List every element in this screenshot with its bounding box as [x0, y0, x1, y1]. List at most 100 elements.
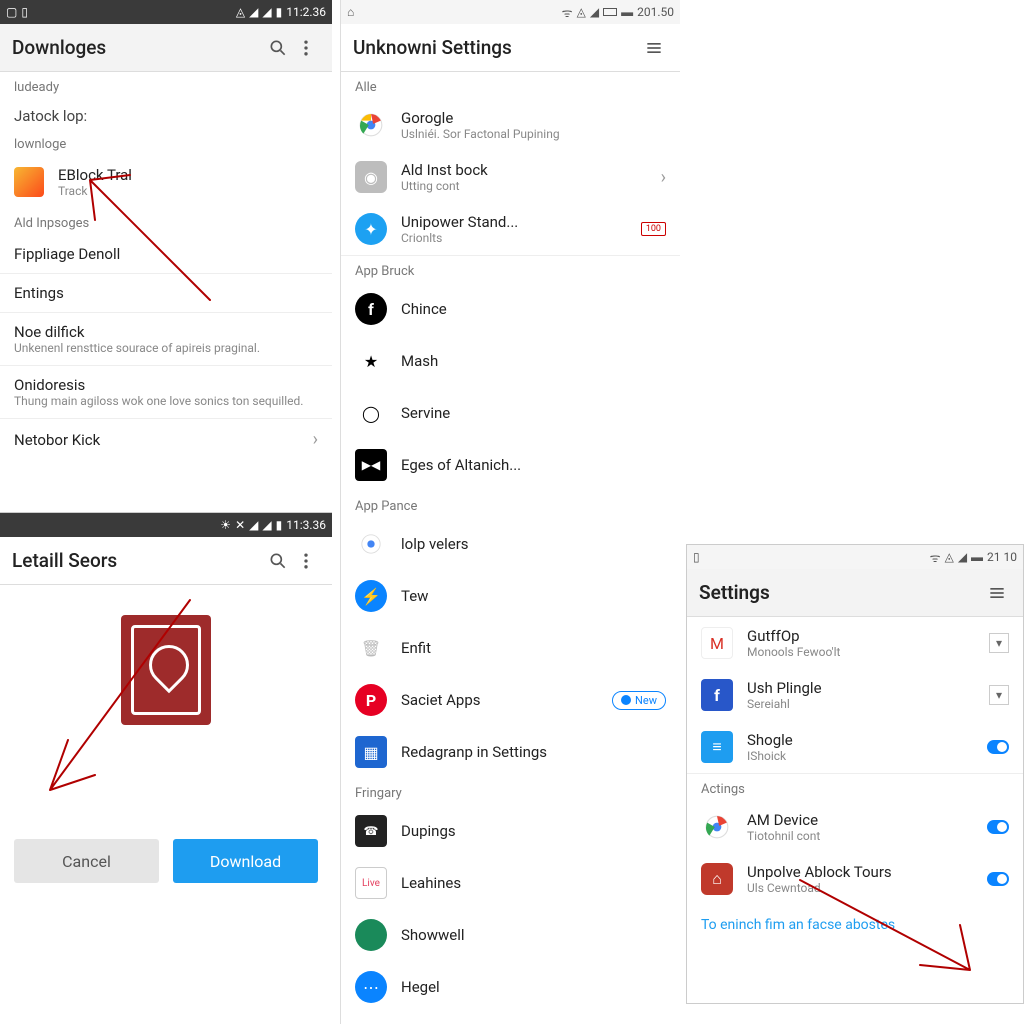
app-row-unipower[interactable]: ✦ Unipower Stand...Crionlts 100: [341, 203, 680, 256]
search-icon[interactable]: [264, 34, 292, 62]
list-item[interactable]: LiveLeahines: [341, 857, 680, 909]
dropdown-icon[interactable]: ▾: [989, 685, 1009, 705]
status-bar: ☀ ✕ ◢ ◢ ▮ 11:3.36: [0, 513, 332, 537]
wifi-icon: ◬: [577, 5, 586, 19]
item-title: Leahines: [401, 874, 666, 892]
status-icon: ▯: [693, 550, 700, 564]
list-item[interactable]: ▶◀Eges of Altanich...: [341, 439, 680, 491]
apk-file-graphic: [0, 585, 332, 735]
settings-row-unpolve[interactable]: ⌂ Unpolve Ablock ToursUls Cewntoad: [687, 853, 1023, 905]
item-title: Ush Plingle: [747, 679, 975, 697]
list-item[interactable]: ★Mash: [341, 335, 680, 387]
item-subtitle: Thung main agiloss wok one love sonics t…: [14, 394, 318, 408]
signal-icon: ◢: [249, 518, 258, 532]
button-row: Cancel Download: [0, 825, 332, 897]
signal-icon: ◢: [262, 518, 271, 532]
item-subtitle: Uls Cewntoad: [747, 881, 973, 895]
list-item[interactable]: Fippliage Denoll: [0, 235, 332, 274]
settings-row-amdevice[interactable]: AM DeviceTiotohnil cont: [687, 801, 1023, 853]
chevron-right-icon: ›: [661, 167, 666, 188]
list-item[interactable]: Showwell: [341, 909, 680, 961]
clock: 201.50: [637, 5, 674, 19]
list-item[interactable]: OnidoresisThung main agiloss wok one lov…: [0, 366, 332, 419]
cancel-button[interactable]: Cancel: [14, 839, 159, 883]
item-subtitle: Tiotohnil cont: [747, 829, 973, 843]
list-item[interactable]: ⋯ Hegel: [341, 961, 680, 1013]
new-toggle[interactable]: New: [612, 691, 666, 710]
item-subtitle: Sereiahl: [747, 697, 975, 711]
item-title: Showwell: [401, 926, 666, 944]
item-title: Onidoresis: [14, 376, 318, 394]
pinterest-icon: P: [355, 684, 387, 716]
list-item[interactable]: Noe dilfickUnkenenl rensttice sourace of…: [0, 313, 332, 366]
settings-row-shogle[interactable]: ≡ ShogleIShoick: [687, 721, 1023, 774]
toggle-switch[interactable]: [987, 820, 1009, 834]
search-icon[interactable]: [264, 547, 292, 575]
item-title: Gorogle: [401, 109, 666, 127]
item-subtitle: Monools Fewoo'lt: [747, 645, 975, 659]
app-icon: ⋯: [355, 971, 387, 1003]
list-item[interactable]: ☎ Dupings: [341, 805, 680, 857]
item-title: Hegel: [401, 978, 666, 996]
item-title: Saciet Apps: [401, 691, 598, 709]
app-icon: f: [701, 679, 733, 711]
wifi-icon: ◬: [236, 5, 245, 19]
section-label: App Bruck: [341, 256, 680, 283]
section-label: Ald Inpsoges: [0, 208, 332, 235]
list-item[interactable]: P Saciet Apps New: [341, 674, 680, 726]
panel-unknown-settings: ⌂ ᯤ ◬ ◢ ▬ 201.50 Unknowni Settings Alle …: [340, 0, 680, 1024]
status-icon: ▯: [21, 5, 28, 19]
battery-icon: ▮: [276, 5, 283, 19]
app-bar: Letaill Seors: [0, 537, 332, 585]
battery-icon: [603, 8, 617, 16]
list-item[interactable]: Entings: [0, 274, 332, 313]
apk-icon: [121, 615, 211, 725]
overflow-menu-icon[interactable]: [292, 34, 320, 62]
page-title: Unknowni Settings: [353, 36, 640, 59]
network-icon: ᯤ: [562, 4, 573, 21]
dropdown-icon[interactable]: ▾: [989, 633, 1009, 653]
footer-link[interactable]: To eninch fim an facse abostes: [687, 905, 1023, 945]
signal-icon: ◢: [590, 5, 599, 19]
list-item[interactable]: ◯Servine: [341, 387, 680, 439]
item-title: Dupings: [401, 822, 666, 840]
phone-icon: ☎: [355, 815, 387, 847]
overflow-menu-icon[interactable]: [292, 547, 320, 575]
page-title: Settings: [699, 581, 983, 604]
hamburger-menu-icon[interactable]: [983, 579, 1011, 607]
page-title: Letaill Seors: [12, 549, 264, 572]
status-bar: ⌂ ᯤ ◬ ◢ ▬ 201.50: [341, 0, 680, 24]
bolt-icon: ⚡: [355, 580, 387, 612]
signal-icon: ◢: [262, 5, 271, 19]
section-label: lownloge: [0, 129, 332, 156]
item-title: GutffOp: [747, 627, 975, 645]
download-item[interactable]: EBlock Tral Track: [0, 156, 332, 208]
list-item[interactable]: ⚡Tew: [341, 570, 680, 622]
item-title: EBlock Tral: [58, 166, 318, 184]
item-title: Redagranp in Settings: [401, 743, 666, 761]
item-subtitle: Uslniéi. Sor Factonal Pupining: [401, 127, 666, 141]
toggle-switch[interactable]: [987, 740, 1009, 754]
settings-row-gutffop[interactable]: M GutffOpMonools Fewoo'lt ▾: [687, 617, 1023, 669]
item-subtitle: Utting cont: [401, 179, 647, 193]
list-item[interactable]: ▦Redagranp in Settings: [341, 726, 680, 778]
battery-icon: ▬: [971, 550, 983, 564]
list-item[interactable]: fChince: [341, 283, 680, 335]
list-item[interactable]: Netobor Kick›: [0, 419, 332, 460]
battery-icon: ▮: [276, 518, 283, 532]
item-title: Unpolve Ablock Tours: [747, 863, 973, 881]
app-icon: ⌂: [701, 863, 733, 895]
toggle-switch[interactable]: [987, 872, 1009, 886]
app-row-gorogle[interactable]: GorogleUslniéi. Sor Factonal Pupining: [341, 99, 680, 151]
status-bar: ▯ ᯤ ◬ ◢ ▬ 21 10: [687, 545, 1023, 569]
download-button[interactable]: Download: [173, 839, 318, 883]
list-item[interactable]: 🗑Enfit: [341, 622, 680, 674]
section-label: ludeady: [0, 72, 332, 99]
settings-row-ushplingle[interactable]: f Ush PlingleSereiahl ▾: [687, 669, 1023, 721]
hamburger-menu-icon[interactable]: [640, 34, 668, 62]
app-row-aldinstbock[interactable]: ◉ Ald Inst bockUtting cont ›: [341, 151, 680, 203]
item-title: Fippliage Denoll: [14, 245, 318, 263]
list-item[interactable]: lolp velers: [341, 518, 680, 570]
item-title: Chince: [401, 300, 666, 318]
item-title: Unipower Stand...: [401, 213, 627, 231]
